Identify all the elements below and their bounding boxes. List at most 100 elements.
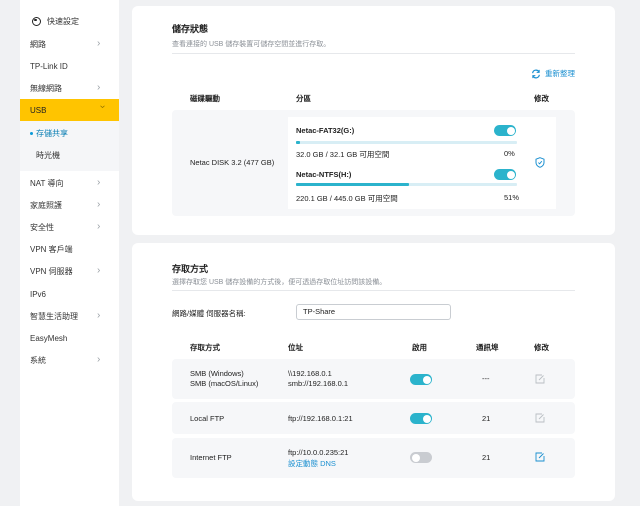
address: ftp://10.0.0.235:21 <box>288 448 349 457</box>
sidebar-subitem-label: 存儲共享 <box>36 128 68 138</box>
partition-percent: 0% <box>504 149 515 158</box>
header-partition: 分區 <box>296 94 311 103</box>
port: 21 <box>482 453 491 462</box>
sidebar-item-wireless[interactable]: 無線網路 › <box>20 77 119 99</box>
sidebar-item-tplink-id[interactable]: TP-Link ID <box>20 55 119 77</box>
method-name: SMB (Windows) <box>190 369 244 378</box>
refresh-button[interactable]: 重新整理 <box>531 68 575 79</box>
partition-usage-bar <box>296 183 517 186</box>
chevron-right-icon: › <box>97 177 101 188</box>
sidebar-item-label: 系統 <box>30 355 46 365</box>
sidebar: 快速設定 網路 › TP-Link ID 無線網路 › USB › 存儲共享 時光機 … <box>20 0 119 506</box>
sidebar-item-label: NAT 導向 <box>30 178 64 188</box>
port: --- <box>482 374 490 383</box>
quick-setup-icon <box>32 16 41 26</box>
chevron-right-icon: › <box>97 310 101 321</box>
server-name-input[interactable]: TP-Share <box>296 304 451 320</box>
sidebar-item-smart-life[interactable]: 智慧生活助理 › <box>20 305 119 327</box>
table-row: Internet FTP ftp://10.0.0.235:21 設定動態 DN… <box>172 438 575 478</box>
partition-name: Netac-FAT32(G:) <box>296 126 355 135</box>
divider <box>172 290 575 291</box>
quick-setup-button[interactable]: 快速設定 <box>20 10 119 32</box>
ddns-link[interactable]: 設定動態 DNS <box>288 458 336 469</box>
partition-usage: 220.1 GB / 445.0 GB 可用空間 <box>296 194 398 203</box>
shield-icon[interactable] <box>535 157 545 168</box>
partition-usage-bar <box>296 141 517 144</box>
chevron-right-icon: › <box>97 38 101 49</box>
storage-status-title: 儲存狀態 <box>172 24 209 34</box>
server-name-label: 網路/媒體 伺服器名稱: <box>172 309 246 318</box>
header-port: 通訊埠 <box>476 343 499 352</box>
address: ftp://192.168.0.1:21 <box>288 414 353 423</box>
chevron-right-icon: › <box>97 199 101 210</box>
sidebar-subitem-storage-sharing[interactable]: 存儲共享 <box>20 122 119 144</box>
sidebar-item-label: USB <box>30 105 47 115</box>
sidebar-item-usb[interactable]: USB › <box>20 99 119 121</box>
address: \\192.168.0.1 <box>288 369 332 378</box>
chevron-right-icon: › <box>97 82 101 93</box>
enable-toggle[interactable] <box>410 374 432 385</box>
disk-name: Netac DISK 3.2 (477 GB) <box>190 158 275 167</box>
storage-status-desc: 查看連接的 USB 儲存裝置可儲存空間並進行存取。 <box>172 41 331 48</box>
method-name: Local FTP <box>190 414 225 423</box>
sidebar-item-nat[interactable]: NAT 導向 › <box>20 172 119 194</box>
partition-toggle[interactable] <box>494 125 516 136</box>
chevron-down-icon: › <box>97 105 108 109</box>
header-modify: 修改 <box>534 343 549 352</box>
sidebar-subitem-label: 時光機 <box>36 150 60 160</box>
edit-icon[interactable] <box>535 374 545 384</box>
sidebar-item-label: EasyMesh <box>30 333 68 343</box>
sidebar-item-label: VPN 客戶端 <box>30 244 73 254</box>
header-address: 位址 <box>288 343 303 352</box>
disk-row: Netac DISK 3.2 (477 GB) Netac-FAT32(G:) … <box>172 110 575 216</box>
sidebar-item-label: 網路 <box>30 39 46 49</box>
port: 21 <box>482 414 491 423</box>
table-row: Local FTP ftp://192.168.0.1:21 21 <box>172 402 575 434</box>
chevron-right-icon: › <box>97 354 101 365</box>
sidebar-item-system[interactable]: 系統 › <box>20 349 119 371</box>
method-name: SMB (macOS/Linux) <box>190 379 259 388</box>
enable-toggle[interactable] <box>410 413 432 424</box>
sidebar-item-vpn-server[interactable]: VPN 伺服器 › <box>20 260 119 282</box>
sidebar-item-label: 智慧生活助理 <box>30 311 78 321</box>
enable-toggle[interactable] <box>410 452 432 463</box>
quick-setup-label: 快速設定 <box>47 16 79 26</box>
refresh-label: 重新整理 <box>545 69 575 78</box>
header-enable: 啟用 <box>412 343 427 352</box>
partition-toggle[interactable] <box>494 169 516 180</box>
access-method-title: 存取方式 <box>172 264 209 274</box>
sidebar-item-ipv6[interactable]: IPv6 <box>20 283 119 305</box>
sidebar-item-label: VPN 伺服器 <box>30 266 73 276</box>
sidebar-subitem-time-machine[interactable]: 時光機 <box>20 144 119 166</box>
chevron-right-icon: › <box>97 265 101 276</box>
partition-percent: 51% <box>504 193 520 202</box>
partition-name: Netac-NTFS(H:) <box>296 170 352 179</box>
table-row: SMB (Windows) SMB (macOS/Linux) \\192.16… <box>172 359 575 399</box>
method-name: Internet FTP <box>190 453 232 462</box>
header-method: 存取方式 <box>190 343 220 352</box>
sidebar-item-vpn-client[interactable]: VPN 客戶端 <box>20 238 119 260</box>
access-method-card: 存取方式 選擇存取您 USB 儲存設備的方式後，便可透過存取位址訪問該設備。 網… <box>132 243 615 501</box>
refresh-icon <box>532 69 540 78</box>
header-modify: 修改 <box>534 94 549 103</box>
sidebar-item-label: 家庭照護 <box>30 200 62 210</box>
sidebar-item-parental[interactable]: 家庭照護 › <box>20 194 119 216</box>
partition-list: Netac-FAT32(G:) 32.0 GB / 32.1 GB 可用空間 0… <box>288 117 556 209</box>
chevron-right-icon: › <box>97 221 101 232</box>
header-disk: 磁碟驅動 <box>190 94 220 103</box>
address: smb://192.168.0.1 <box>288 379 349 388</box>
partition-usage: 32.0 GB / 32.1 GB 可用空間 <box>296 150 390 159</box>
sidebar-item-security[interactable]: 安全性 › <box>20 216 119 238</box>
sidebar-item-label: 無線網路 <box>30 83 62 93</box>
sidebar-item-network[interactable]: 網路 › <box>20 33 119 55</box>
usb-submenu: 存儲共享 時光機 <box>20 121 119 171</box>
access-method-desc: 選擇存取您 USB 儲存設備的方式後，便可透過存取位址訪問該設備。 <box>172 279 387 286</box>
edit-icon[interactable] <box>535 413 545 423</box>
sidebar-item-label: IPv6 <box>30 289 47 299</box>
sidebar-item-easymesh[interactable]: EasyMesh <box>20 327 119 349</box>
sidebar-item-label: TP-Link ID <box>30 61 68 71</box>
sidebar-item-label: 安全性 <box>30 222 54 232</box>
storage-status-card: 儲存狀態 查看連接的 USB 儲存裝置可儲存空間並進行存取。 重新整理 磁碟驅動… <box>132 6 615 235</box>
edit-icon[interactable] <box>535 452 545 462</box>
divider <box>172 53 575 54</box>
